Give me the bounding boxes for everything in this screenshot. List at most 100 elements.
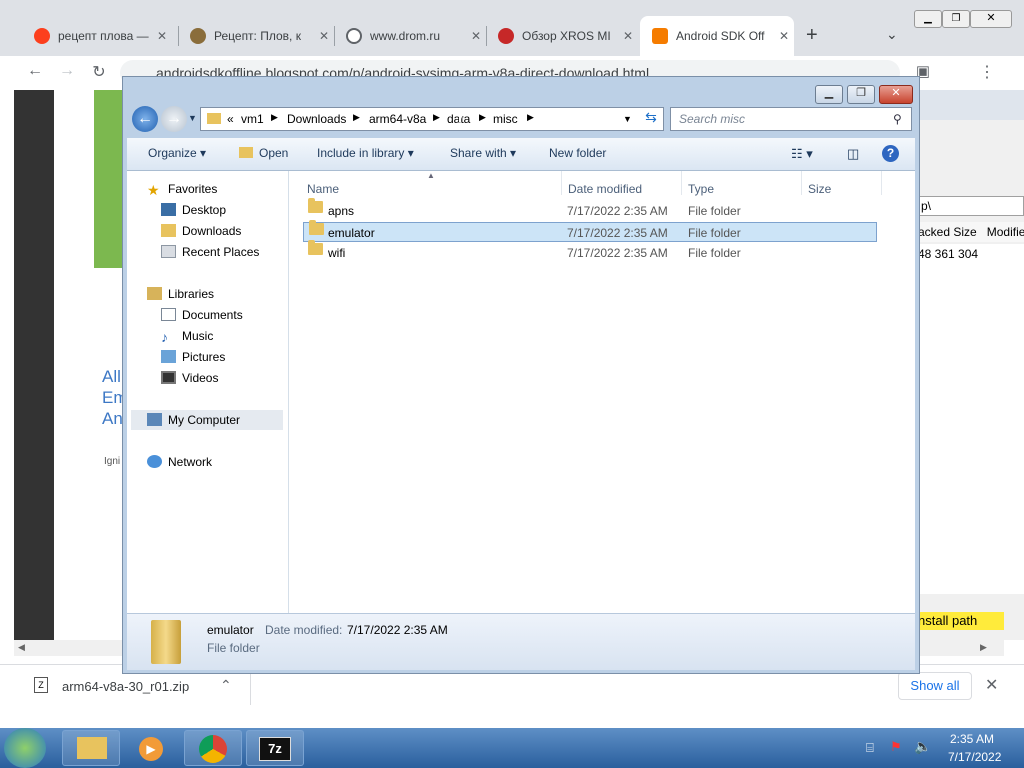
column-divider[interactable] <box>801 171 802 195</box>
file-row-selected[interactable]: emulator 7/17/2022 2:35 AM File folder <box>303 220 877 242</box>
file-type: File folder <box>688 246 741 260</box>
menu-icon[interactable]: ⋮ <box>976 62 998 82</box>
search-input[interactable]: Search misc ⚲ <box>670 107 912 131</box>
breadcrumb-separator-icon[interactable]: ▶ <box>479 112 486 123</box>
close-icon[interactable]: ✕ <box>314 29 334 43</box>
breadcrumb-separator-icon[interactable]: ▶ <box>271 112 278 123</box>
tab-android-sdk[interactable]: Android SDK Off ✕ <box>640 16 794 56</box>
show-all-button[interactable]: Show all <box>898 672 972 700</box>
file-date: 7/17/2022 2:35 AM <box>567 226 668 240</box>
close-icon[interactable]: ✕ <box>152 29 172 43</box>
reload-icon[interactable]: ↻ <box>88 62 110 82</box>
scroll-right-icon[interactable]: ▶ <box>980 642 987 653</box>
new-tab-icon[interactable]: + <box>806 24 818 47</box>
folder-icon <box>308 240 323 255</box>
column-divider[interactable] <box>681 171 682 195</box>
close-icon[interactable]: ✕ <box>466 29 486 43</box>
explorer-close-button[interactable]: ✕ <box>879 85 913 104</box>
back-arrow-icon[interactable]: ← <box>132 106 158 132</box>
close-icon[interactable]: ✕ <box>774 29 794 43</box>
refresh-icon[interactable]: ⇆ <box>642 109 660 127</box>
close-window-button[interactable]: ✕ <box>970 10 1012 28</box>
nav-libraries[interactable]: Libraries <box>147 284 214 304</box>
file-list: ▲ Name Date modified Type Size apns 7/17… <box>289 171 915 613</box>
search-icon[interactable]: ⚲ <box>893 108 902 130</box>
taskbar-explorer[interactable] <box>62 730 120 766</box>
breadcrumb-downloads[interactable]: Downloads <box>287 112 346 126</box>
mouse-cursor <box>459 110 465 124</box>
column-divider[interactable] <box>561 171 562 195</box>
start-button[interactable] <box>4 728 46 768</box>
clock-date[interactable]: 7/17/2022 <box>948 750 1001 764</box>
nav-documents[interactable]: Documents <box>161 305 243 325</box>
taskbar-media-player[interactable]: ▶ <box>122 730 180 766</box>
nav-favorites[interactable]: ★ Favorites <box>147 179 217 199</box>
taskbar-chrome[interactable] <box>184 730 242 766</box>
new-folder-button[interactable]: New folder <box>549 146 606 160</box>
restore-button[interactable]: ❐ <box>942 10 970 28</box>
file-row[interactable]: wifi 7/17/2022 2:35 AM File folder <box>303 240 877 263</box>
explorer-minimize-button[interactable]: ▁ <box>815 85 843 104</box>
tab-drom[interactable]: www.drom.ru ✕ <box>334 16 486 56</box>
view-options-icon[interactable]: ☷ ▾ <box>791 146 813 162</box>
breadcrumb-separator-icon[interactable]: ▶ <box>433 112 440 123</box>
explorer-address-bar[interactable]: « vm1 ▶ Downloads ▶ arm64-v8a ▶ data ▶ m… <box>200 107 664 131</box>
nav-videos[interactable]: Videos <box>161 368 218 388</box>
close-icon[interactable]: ✕ <box>985 675 998 695</box>
volume-icon[interactable]: 🔈 <box>914 738 931 755</box>
nav-downloads[interactable]: Downloads <box>161 221 241 241</box>
column-date-modified[interactable]: Date modified <box>568 182 642 196</box>
breadcrumb-separator-icon[interactable]: ▶ <box>527 112 534 123</box>
tab-yandex[interactable]: рецепт плова — ✕ <box>22 16 172 56</box>
scroll-left-icon[interactable]: ◀ <box>18 642 25 653</box>
close-icon[interactable]: ✕ <box>618 29 638 43</box>
preview-pane-icon[interactable]: ◫ <box>847 146 859 162</box>
explorer-maximize-button[interactable]: ❐ <box>847 85 875 104</box>
column-name[interactable]: Name <box>307 182 339 196</box>
action-center-icon[interactable]: ⚑ <box>890 739 902 755</box>
back-icon[interactable]: ← <box>24 62 46 80</box>
breadcrumb-misc[interactable]: misc <box>493 112 518 126</box>
open-button[interactable]: Open <box>239 146 288 160</box>
7zip-icon: 7z <box>259 737 291 761</box>
clock-time[interactable]: 2:35 AM <box>950 732 994 746</box>
nav-network[interactable]: Network <box>147 452 212 472</box>
recent-places-icon <box>161 245 176 258</box>
breadcrumb-arm64[interactable]: arm64-v8a <box>369 112 426 126</box>
breadcrumb-vm1[interactable]: vm1 <box>241 112 264 126</box>
download-filename[interactable]: arm64-v8a-30_r01.zip <box>62 679 189 694</box>
tab-search-icon[interactable]: ⌄ <box>886 26 898 43</box>
background-window-panel: p\ acked Size Modifie 48 361 304 nstall … <box>918 90 1024 640</box>
folder-icon <box>308 198 323 213</box>
column-size[interactable]: Size <box>808 182 831 196</box>
nav-recent-places[interactable]: Recent Places <box>161 242 259 262</box>
breadcrumb-separator-icon[interactable]: ▶ <box>353 112 360 123</box>
minimize-button[interactable]: ▁ <box>914 10 942 28</box>
nav-my-computer[interactable]: My Computer <box>131 410 283 430</box>
chrome-icon <box>199 735 227 763</box>
column-type[interactable]: Type <box>688 182 714 196</box>
forward-icon[interactable]: → <box>56 62 78 80</box>
tab-recipe[interactable]: Рецепт: Плов, к ✕ <box>178 16 334 56</box>
chevron-up-icon[interactable]: ⌃ <box>220 677 232 694</box>
details-name: emulator <box>207 623 254 637</box>
organize-button[interactable]: Organize ▾ <box>148 146 206 160</box>
include-in-library-button[interactable]: Include in library ▾ <box>317 146 414 160</box>
forward-arrow-icon[interactable]: → <box>161 106 187 132</box>
network-tray-icon[interactable]: ⌸ <box>866 740 874 756</box>
taskbar-7zip[interactable]: 7z <box>246 730 304 766</box>
nav-pictures[interactable]: Pictures <box>161 347 225 367</box>
recent-pages-chevron-icon[interactable]: ▼ <box>188 113 197 123</box>
breadcrumb-overflow[interactable]: « <box>227 112 234 126</box>
share-with-button[interactable]: Share with ▾ <box>450 146 516 160</box>
file-row[interactable]: apns 7/17/2022 2:35 AM File folder <box>303 198 877 221</box>
file-type: File folder <box>688 226 741 240</box>
address-dropdown-icon[interactable]: ▼ <box>623 114 632 124</box>
nav-music[interactable]: ♪ Music <box>161 326 213 346</box>
nav-desktop[interactable]: Desktop <box>161 200 226 220</box>
column-divider[interactable] <box>881 171 882 195</box>
pictures-icon <box>161 350 176 363</box>
tab-xros[interactable]: Обзор XROS MI ✕ <box>486 16 638 56</box>
help-icon[interactable]: ? <box>882 145 899 162</box>
desktop-icon <box>161 203 176 216</box>
